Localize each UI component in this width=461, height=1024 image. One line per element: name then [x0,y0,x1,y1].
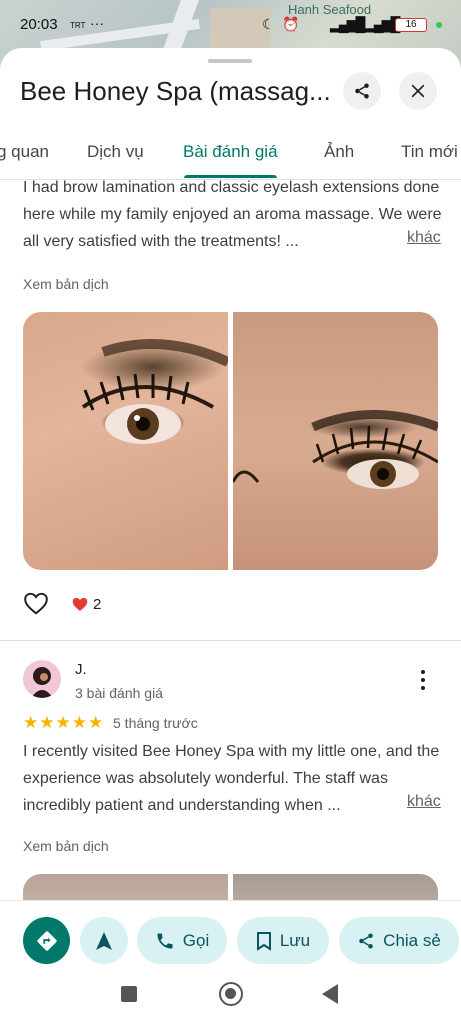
more-options-icon[interactable] [415,668,431,692]
review-more-link[interactable]: khác [401,793,441,811]
like-button[interactable] [23,591,49,620]
close-button[interactable] [399,72,437,110]
eyebrow-photo-graphic [233,410,438,489]
translate-link[interactable]: Xem bản dịch [23,276,109,292]
share-button[interactable] [343,72,381,110]
translate-link[interactable]: Xem bản dịch [23,838,109,854]
moon-icon: ☾ [262,16,275,32]
place-title: Bee Honey Spa (massag... [20,76,331,106]
reviewer-name[interactable]: J. [75,661,87,678]
eyelash-photo-graphic [81,339,228,444]
star-rating: ★★★★★ [23,713,105,732]
directions-icon [36,930,57,951]
heart-reaction-icon [72,597,88,611]
share-icon [355,83,369,99]
signal-icon: ▂▄▆█ [330,16,365,32]
signal-icon: ▂▄▆█ [365,16,400,32]
alarm-icon: ⏰ [282,16,300,32]
navigation-arrow-icon [96,931,112,950]
place-sheet: Bee Honey Spa (massag... g quan Dịch vụ … [0,48,461,1024]
call-button[interactable]: Gọi [137,917,227,964]
review-text: I had brow lamination and classic eyelas… [23,179,442,250]
more-notifications: ··· [90,15,104,31]
carrier-tag: TRT [70,21,86,30]
review-divider [0,640,461,641]
review-more-link[interactable]: khác [401,229,441,247]
system-nav-bar [0,978,461,1024]
action-bar: Gọi Lưu Chia sẻ [0,900,461,978]
share-icon [359,933,373,948]
tab-bar: g quan Dịch vụ Bài đánh giá Ảnh Tin mới [0,128,461,180]
drag-handle[interactable] [208,59,252,63]
review-photo[interactable] [23,312,228,570]
back-button[interactable] [322,984,338,1004]
reviewer-review-count: 3 bài đánh giá [75,685,163,701]
directions-button[interactable] [23,917,70,964]
review-time: 5 tháng trước [113,715,198,731]
share-place-button[interactable]: Chia sẻ [339,917,459,964]
tab-overview[interactable]: g quan [0,142,49,162]
tab-reviews[interactable]: Bài đánh giá [183,142,278,162]
review-photo[interactable] [233,312,438,570]
avatar-graphic [31,667,53,698]
tab-updates[interactable]: Tin mới [401,142,458,162]
call-label: Gọi [182,930,210,950]
likes-count: 2 [93,596,102,613]
privacy-indicator-dot [436,22,442,28]
review-text: I recently visited Bee Honey Spa with my… [23,743,440,814]
save-label: Lưu [279,930,311,950]
heart-outline-icon [24,592,48,615]
start-navigation-button[interactable] [80,917,128,964]
home-button[interactable] [219,982,243,1006]
share-label: Chia sẻ [383,930,441,950]
status-time: 20:03 [20,16,58,33]
bookmark-icon [256,931,271,951]
avatar[interactable] [23,660,61,698]
recents-button[interactable] [121,986,137,1002]
battery-indicator: 16 [395,18,427,32]
status-bar: 20:03 TRT ··· ☾ ⏰ ▂▄▆█ ▂▄▆█ 16 [0,0,461,50]
close-icon [411,84,425,98]
tab-photos[interactable]: Ảnh [324,142,354,162]
phone-icon [157,933,173,948]
save-button[interactable]: Lưu [237,917,329,964]
tab-services[interactable]: Dịch vụ [87,142,144,162]
